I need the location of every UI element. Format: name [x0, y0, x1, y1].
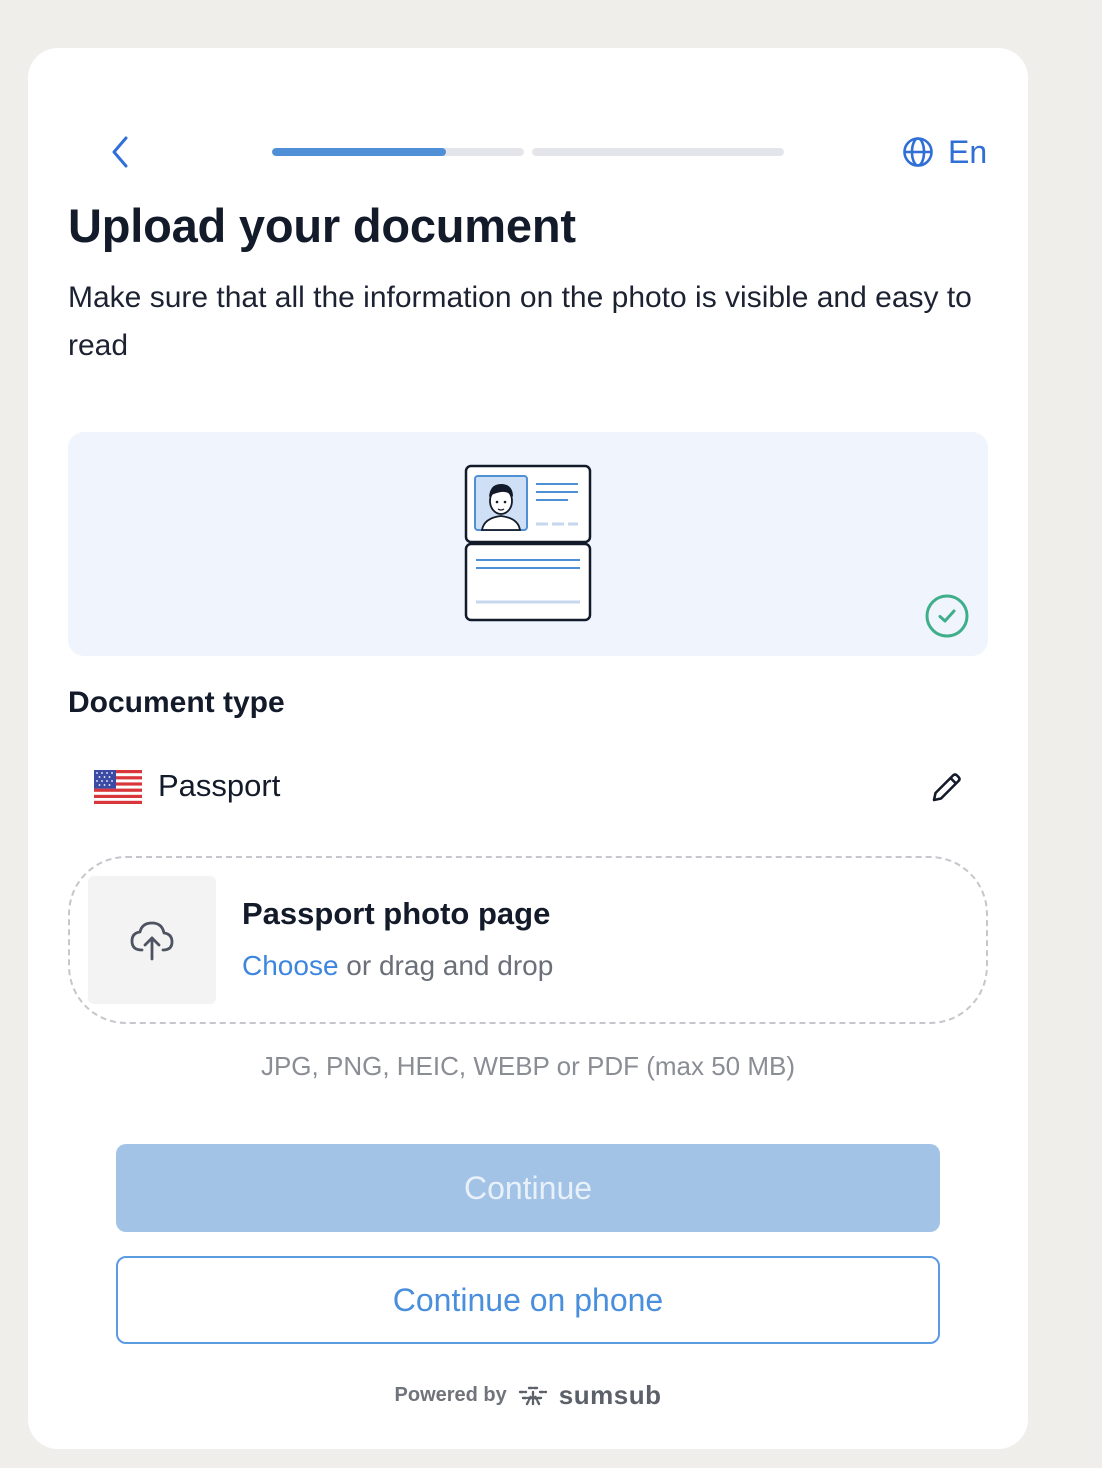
progress-step-2 — [532, 148, 784, 156]
continue-button[interactable]: Continue — [116, 1144, 940, 1232]
chevron-left-icon — [112, 136, 128, 168]
sumsub-brand: sumsub — [558, 1380, 662, 1410]
drag-drop-text: or drag and drop — [338, 950, 554, 981]
upload-tile[interactable] — [88, 876, 216, 1004]
sumsub-logo-icon — [518, 1386, 547, 1405]
verification-card: En Upload your document Make sure that a… — [28, 48, 1028, 1449]
back-button[interactable] — [98, 130, 142, 174]
cloud-upload-icon — [130, 921, 174, 961]
passport-illustration — [464, 464, 592, 622]
us-flag-icon — [94, 770, 142, 804]
check-circle-icon — [925, 594, 969, 638]
upload-dropzone[interactable]: Passport photo page Choose or drag and d… — [68, 856, 988, 1024]
powered-by-label: Powered by — [394, 1384, 507, 1406]
document-type-label: Document type — [68, 686, 285, 719]
page-subtitle: Make sure that all the information on th… — [68, 281, 972, 362]
upload-title: Passport photo page — [242, 896, 551, 931]
upload-instructions: Choose or drag and drop — [242, 950, 553, 982]
language-label: En — [948, 133, 988, 170]
progress-step-1 — [272, 148, 524, 156]
pencil-icon — [932, 773, 961, 802]
file-format-hint: JPG, PNG, HEIC, WEBP or PDF (max 50 MB) — [260, 1051, 796, 1081]
document-name: Passport — [158, 768, 281, 803]
choose-file-link[interactable]: Choose — [242, 950, 339, 981]
language-selector[interactable]: En — [902, 132, 987, 172]
globe-icon — [903, 137, 933, 167]
document-type-row: Passport — [68, 760, 988, 816]
document-illustration — [68, 432, 988, 656]
powered-by-footer: Powered by sumsub — [28, 1380, 1028, 1411]
edit-document-type-button[interactable] — [926, 768, 966, 808]
continue-on-phone-button[interactable]: Continue on phone — [116, 1256, 940, 1344]
progress-step-1-fill — [272, 148, 446, 156]
page-title: Upload your document — [68, 199, 576, 252]
